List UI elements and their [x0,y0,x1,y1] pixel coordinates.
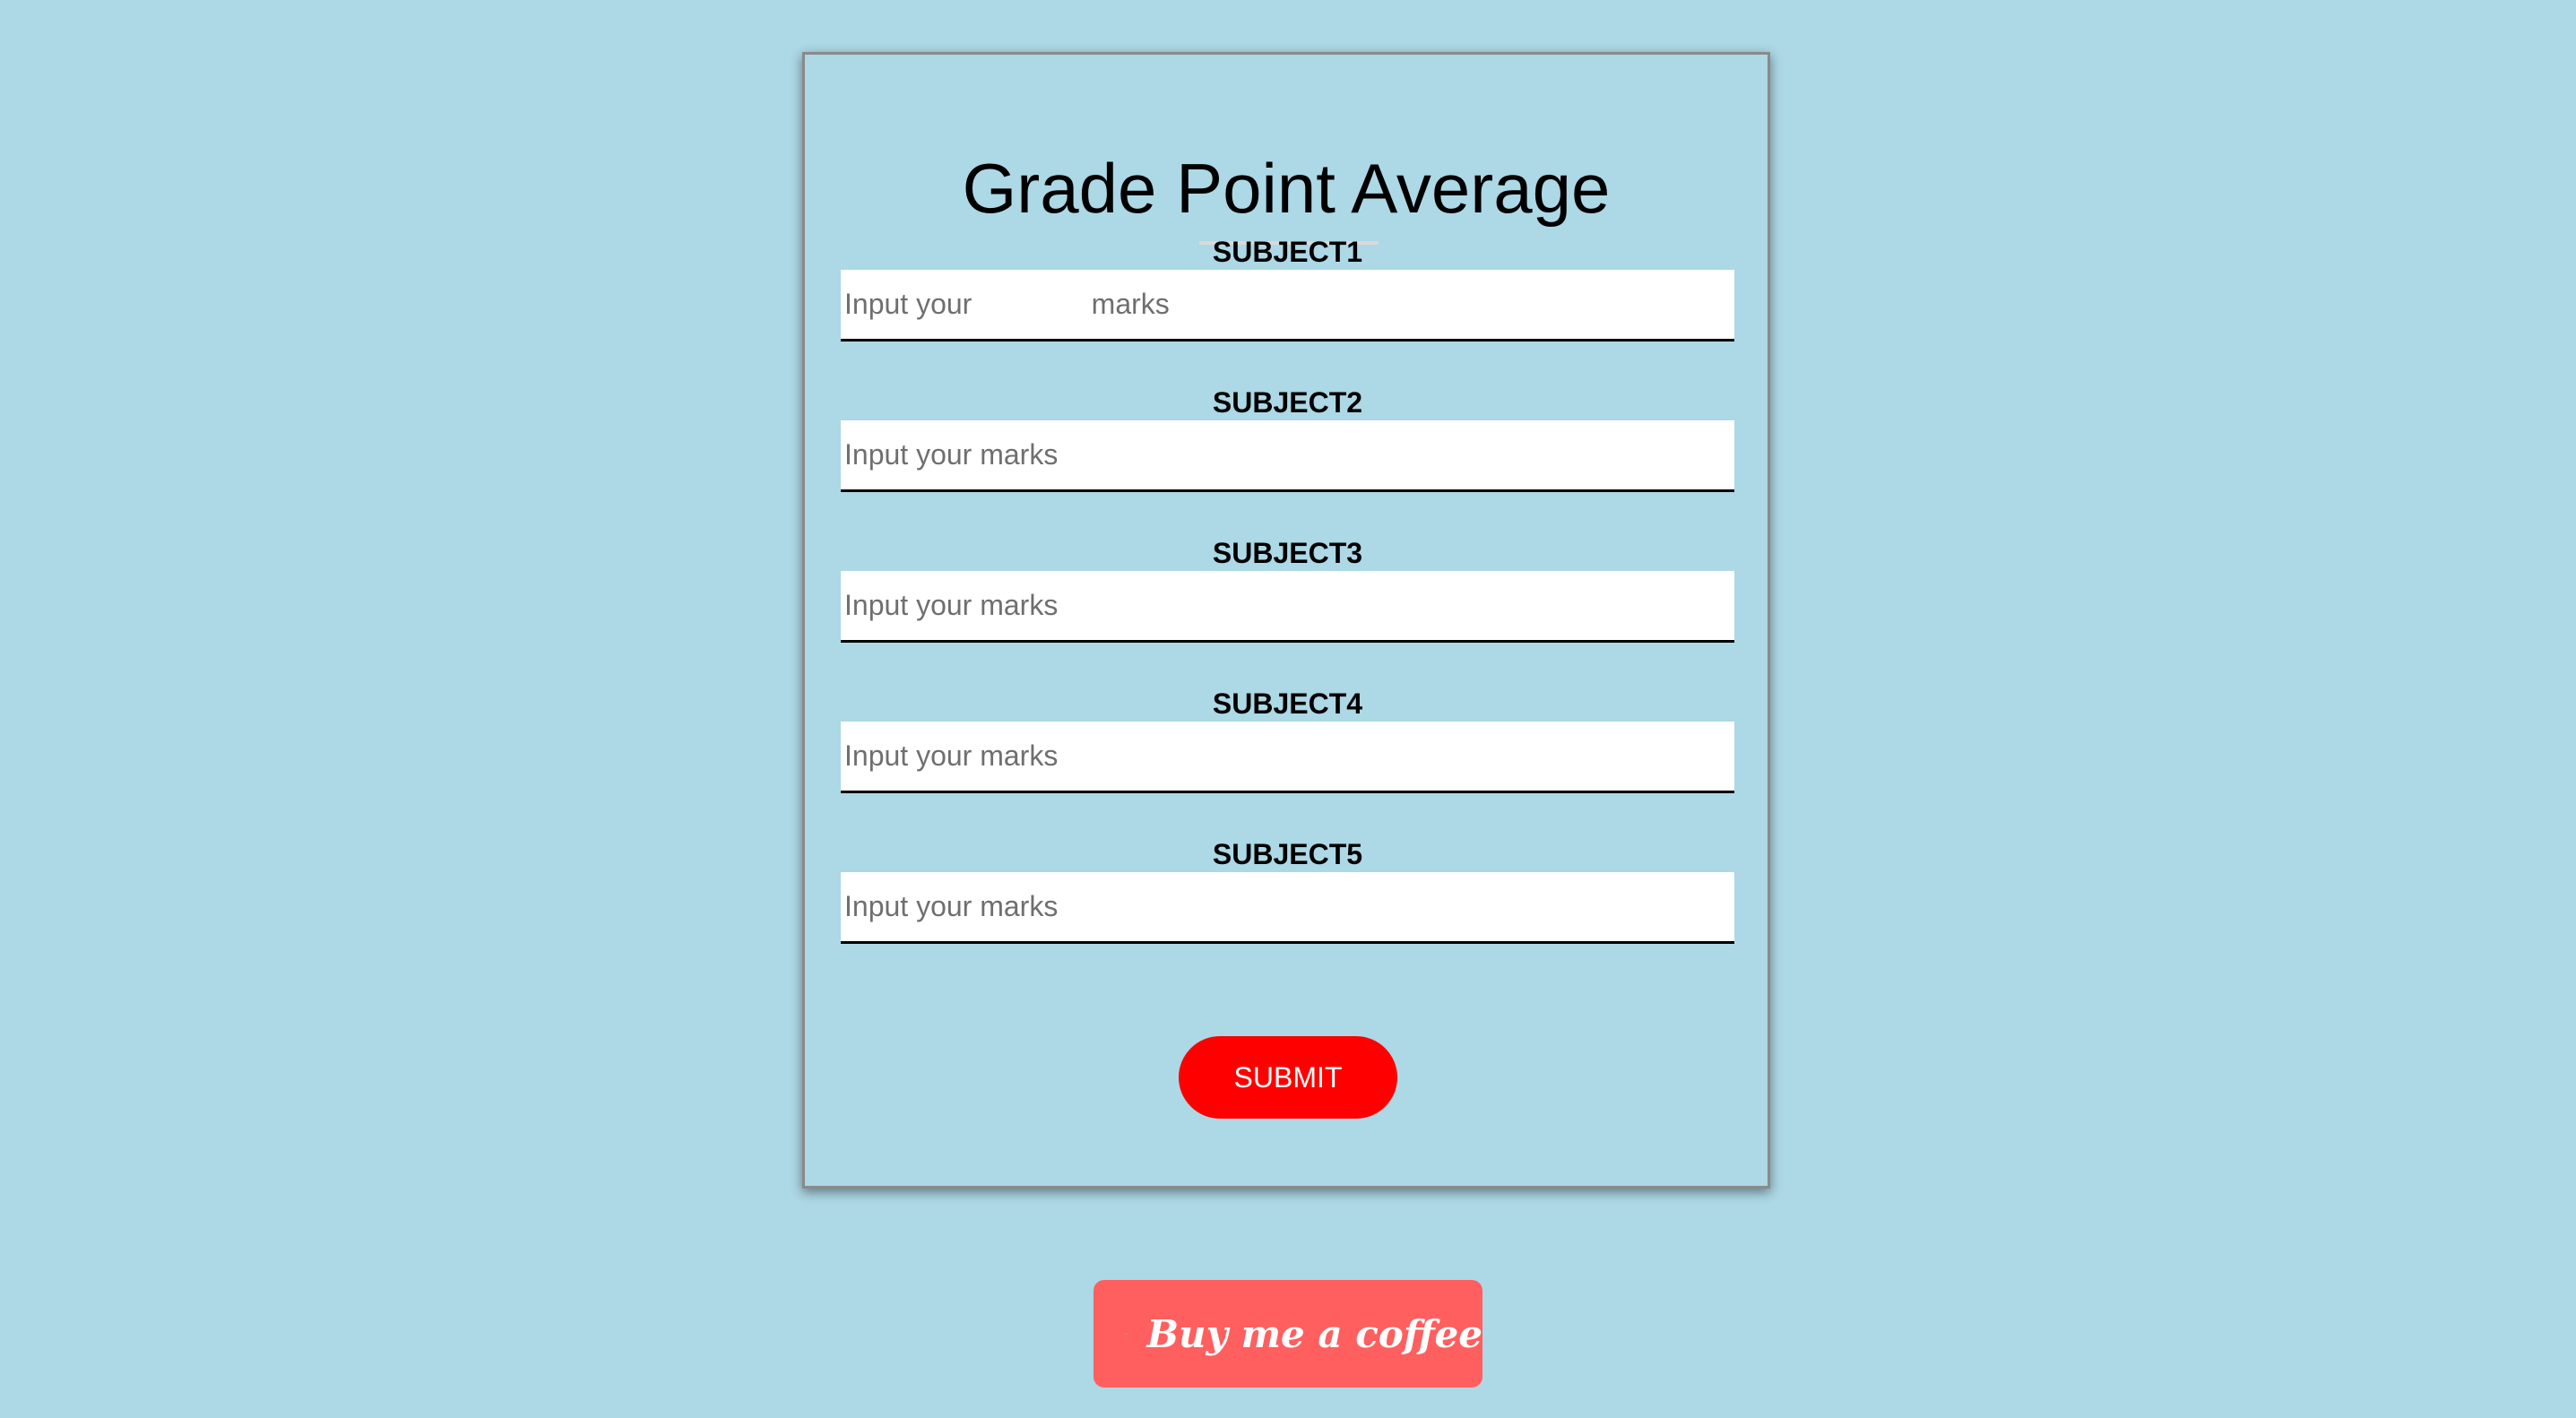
buy-me-a-coffee-label: Buy me a coffee [1146,1311,1482,1356]
subject3-label: SUBJECT3 [1212,537,1363,569]
subject3-input[interactable] [841,571,1734,643]
coffee-cup-icon [1126,1332,1128,1336]
subject4-field: SUBJECT4 [841,686,1734,793]
subject2-label: SUBJECT2 [1212,386,1363,419]
subject3-field: SUBJECT3 [841,535,1734,643]
buy-me-a-coffee-button[interactable]: Buy me a coffee [1094,1280,1482,1388]
subject1-label: SUBJECT1 [1212,236,1363,268]
gpa-form-card: Grade Point Average SUBJECT1 SUBJECT2 SU… [802,52,1770,1189]
subject4-input[interactable] [841,722,1734,793]
subject2-input[interactable] [841,420,1734,492]
subject5-input[interactable] [841,872,1734,944]
subject2-field: SUBJECT2 [841,385,1734,492]
subject1-field: SUBJECT1 [841,234,1734,342]
submit-button[interactable]: SUBMIT [1179,1036,1397,1119]
page-title: Grade Point Average [962,149,1611,228]
subject5-label: SUBJECT5 [1212,838,1363,870]
subject1-input[interactable] [841,270,1734,342]
subject5-field: SUBJECT5 [841,836,1734,944]
subject4-label: SUBJECT4 [1212,687,1363,720]
